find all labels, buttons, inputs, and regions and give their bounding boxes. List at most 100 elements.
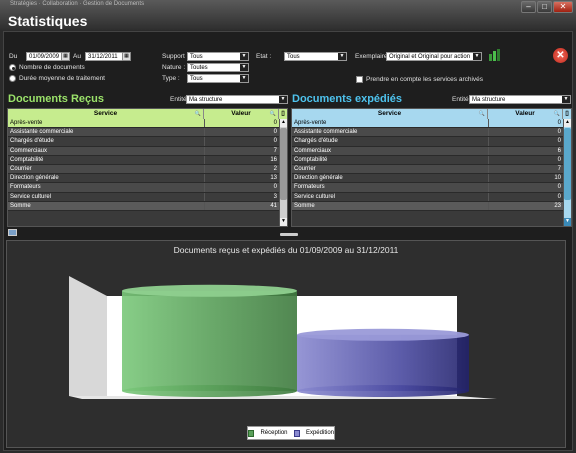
excel-export-icon[interactable] <box>488 48 502 62</box>
table-row[interactable]: Comptabilité 16 <box>8 155 279 165</box>
column-header-label: Valeur <box>231 110 251 117</box>
au-label: Au <box>73 53 81 60</box>
expedies-table: Service 🔍 Valeur 🔍 ▯ Après-vente 0 Assistant… <box>291 108 572 227</box>
scroll-thumb[interactable] <box>564 128 571 200</box>
table-row[interactable]: Formateurs 0 <box>8 183 279 193</box>
search-icon[interactable]: 🔍 <box>270 109 276 119</box>
type-select[interactable]: Tous ▼ <box>187 74 249 83</box>
column-header-service[interactable]: Service 🔍 <box>8 109 204 119</box>
archives-checkbox[interactable] <box>356 76 363 83</box>
cell-valeur: 0 <box>488 183 563 192</box>
radio-duree-label: Durée moyenne de traitement <box>19 75 105 82</box>
column-header-label: Valeur <box>515 110 535 117</box>
cell-valeur: 0 <box>488 128 563 137</box>
scroll-up-icon[interactable]: ▲ <box>564 119 571 127</box>
table-row[interactable]: Direction générale 10 <box>292 174 563 184</box>
scroll-up-icon[interactable]: ▲ <box>280 119 287 127</box>
cell-valeur: 0 <box>204 183 279 192</box>
sum-row: Somme 41 <box>8 201 279 211</box>
table-row[interactable]: Chargés d'étude 0 <box>8 137 279 147</box>
scroll-down-icon[interactable]: ▼ <box>280 218 287 226</box>
column-header-valeur[interactable]: Valeur 🔍 <box>204 109 279 119</box>
minimize-button[interactable]: – <box>521 1 536 13</box>
chevron-down-icon: ▼ <box>240 53 248 60</box>
search-icon[interactable]: 🔍 <box>195 109 201 119</box>
chart-area: Documents reçus et expédiés du 01/09/200… <box>6 240 566 448</box>
bar-top <box>122 284 297 297</box>
exemplaire-select[interactable]: Original et Original pour action ▼ <box>386 52 482 61</box>
table-row[interactable]: Commerciaux 6 <box>292 146 563 156</box>
cell-valeur: 3 <box>204 192 279 201</box>
cell-service: Comptabilité <box>10 156 44 163</box>
table-row[interactable]: Service culturel 3 <box>8 192 279 202</box>
cell-valeur: 2 <box>204 164 279 174</box>
table-row[interactable]: Courrier 7 <box>292 164 563 175</box>
splitter-handle[interactable] <box>280 233 298 236</box>
close-icon[interactable]: ✕ <box>553 48 568 63</box>
chart-floor <box>69 396 497 399</box>
type-label: Type : <box>162 75 180 82</box>
cell-service: Assistante commerciale <box>10 129 74 136</box>
table-row[interactable]: Après-vente 0 <box>8 119 279 129</box>
recus-entite-select[interactable]: Ma structure ▼ <box>186 95 288 104</box>
table-row[interactable]: Commerciaux 7 <box>8 146 279 156</box>
column-header-valeur[interactable]: Valeur 🔍 <box>488 109 563 119</box>
chevron-down-icon: ▼ <box>473 53 481 60</box>
column-header-label: Service <box>93 110 118 117</box>
expedies-entite-select[interactable]: Ma structure ▼ <box>469 95 571 104</box>
nature-select[interactable]: Toutes ▼ <box>187 63 249 72</box>
table-row[interactable]: Assistante commerciale 0 <box>8 128 279 138</box>
chevron-down-icon: ▼ <box>562 96 570 103</box>
close-window-button[interactable]: ✕ <box>553 1 573 13</box>
radio-nombre-label: Nombre de documents <box>19 64 85 71</box>
sum-label: Somme <box>294 202 315 209</box>
export-chart-icon[interactable] <box>8 229 17 236</box>
radio-duree-traitement[interactable] <box>9 75 16 82</box>
column-header-service[interactable]: Service 🔍 <box>292 109 488 119</box>
maximize-button[interactable]: □ <box>537 1 552 13</box>
calendar-icon[interactable]: ▦ <box>122 52 131 61</box>
table-row[interactable]: Assistante commerciale 0 <box>292 128 563 138</box>
chart-title: Documents reçus et expédiés du 01/09/200… <box>174 245 399 255</box>
table-row[interactable]: Service culturel 0 <box>292 192 563 202</box>
recus-scrollbar[interactable]: ▲ ▼ <box>279 119 287 226</box>
column-chooser-icon[interactable]: ▯ <box>563 109 571 119</box>
table-row[interactable]: Courrier 2 <box>8 164 279 175</box>
sum-row: Somme 23 <box>292 201 563 211</box>
scroll-down-icon[interactable]: ▼ <box>564 218 571 226</box>
archives-label: Prendre en compte les services archivés <box>366 76 484 83</box>
support-value: Tous <box>190 54 203 60</box>
support-label: Support <box>162 53 185 60</box>
expedies-table-header: Service 🔍 Valeur 🔍 ▯ <box>292 109 571 119</box>
etat-value: Tous <box>287 54 300 60</box>
radio-nombre-documents[interactable] <box>9 64 16 71</box>
search-icon[interactable]: 🔍 <box>479 109 485 119</box>
chart-back-left-wall <box>69 276 107 396</box>
table-row[interactable]: Chargés d'étude 0 <box>292 137 563 147</box>
expedies-entite-value: Ma structure <box>472 97 506 103</box>
recus-table-body: Après-vente 0 Assistante commerciale 0 Charg… <box>8 119 287 226</box>
cell-valeur: 0 <box>204 119 279 128</box>
cell-service: Service culturel <box>10 193 52 200</box>
table-row[interactable]: Comptabilité 0 <box>292 155 563 165</box>
expedies-scrollbar[interactable]: ▲ ▼ <box>563 119 571 226</box>
recus-entite-value: Ma structure <box>189 97 223 103</box>
cell-service: Commerciaux <box>294 147 332 154</box>
table-row[interactable]: Direction générale 13 <box>8 174 279 184</box>
scroll-thumb[interactable] <box>280 128 287 200</box>
etat-select[interactable]: Tous ▼ <box>284 52 347 61</box>
chart-svg: Documents reçus et expédiés du 01/09/200… <box>69 245 497 399</box>
etat-label: Etat : <box>256 53 272 60</box>
calendar-icon[interactable]: ▦ <box>61 52 70 61</box>
sum-value: 23 <box>488 201 563 210</box>
cell-service: Formateurs <box>10 184 41 191</box>
column-chooser-icon[interactable]: ▯ <box>279 109 287 119</box>
cell-valeur: 7 <box>488 164 563 174</box>
search-icon[interactable]: 🔍 <box>554 109 560 119</box>
table-row[interactable]: Après-vente 0 <box>292 119 563 129</box>
table-row[interactable]: Formateurs 0 <box>292 183 563 193</box>
bar-reception <box>122 290 297 391</box>
support-select[interactable]: Tous ▼ <box>187 52 249 61</box>
chevron-down-icon: ▼ <box>240 75 248 82</box>
cell-service: Direction générale <box>294 175 343 182</box>
